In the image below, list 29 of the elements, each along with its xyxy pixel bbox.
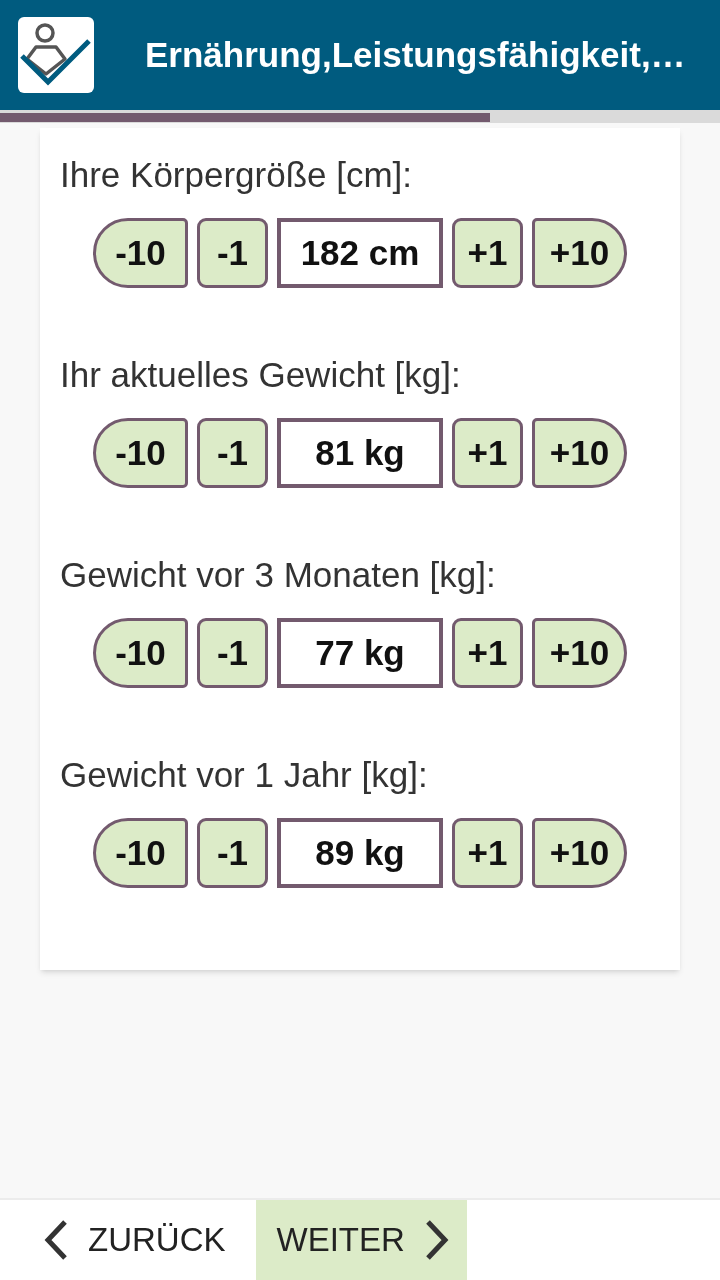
app-bar-title: Ernährung,Leistungsfähigkeit,…	[145, 34, 686, 76]
step-button[interactable]: +1	[452, 818, 523, 888]
step-button[interactable]: -1	[197, 618, 268, 688]
field-label: Ihre Körpergröße [cm]:	[60, 155, 414, 195]
step-button[interactable]: +10	[532, 618, 627, 688]
step-button[interactable]: +10	[532, 418, 627, 488]
field-label: Gewicht vor 1 Jahr [kg]:	[60, 755, 429, 795]
value-display: 89 kg	[277, 818, 443, 888]
step-button[interactable]: +1	[452, 418, 523, 488]
person-check-icon	[18, 17, 94, 93]
step-button[interactable]: -1	[197, 418, 268, 488]
next-button[interactable]: WEITER	[255, 1200, 467, 1280]
step-button[interactable]: -10	[93, 818, 188, 888]
step-button[interactable]: +10	[532, 818, 627, 888]
step-button[interactable]: -10	[93, 218, 188, 288]
value-display: 182 cm	[277, 218, 443, 288]
step-button[interactable]: +1	[452, 218, 523, 288]
step-button[interactable]: -10	[93, 618, 188, 688]
chevron-right-icon	[424, 1219, 449, 1261]
step-button[interactable]: +10	[532, 218, 627, 288]
value-display: 81 kg	[277, 418, 443, 488]
value-display: 77 kg	[277, 618, 443, 688]
step-button[interactable]: -10	[93, 418, 188, 488]
step-button[interactable]: -1	[197, 218, 268, 288]
step-button[interactable]: +1	[452, 618, 523, 688]
chevron-left-icon	[44, 1219, 68, 1261]
field-label: Ihr aktuelles Gewicht [kg]:	[60, 355, 462, 395]
step-button[interactable]: -1	[197, 818, 268, 888]
field-label: Gewicht vor 3 Monaten [kg]:	[60, 555, 497, 595]
